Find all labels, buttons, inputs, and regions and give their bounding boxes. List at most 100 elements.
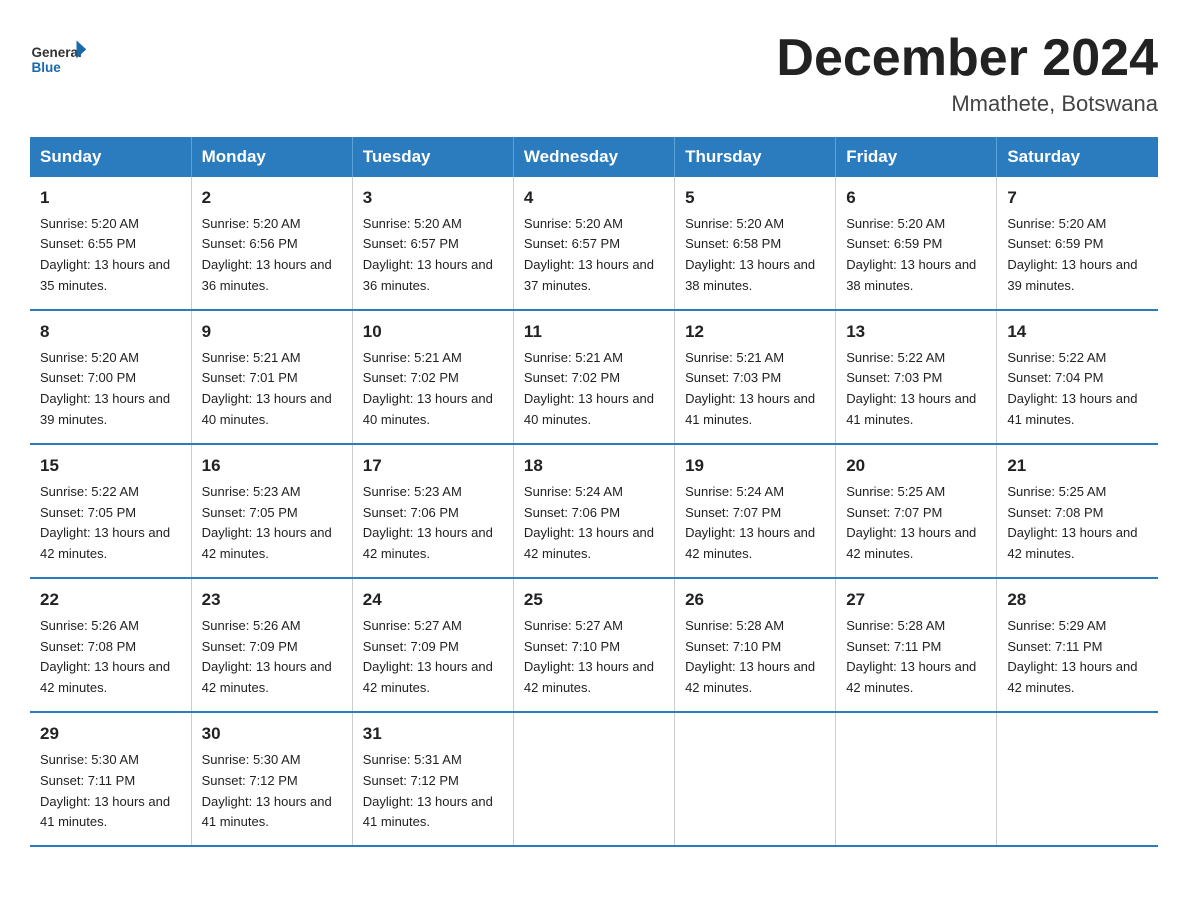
daylight-info: Daylight: 13 hours and 42 minutes. xyxy=(202,525,332,561)
sunset-info: Sunset: 7:09 PM xyxy=(363,639,459,654)
daylight-info: Daylight: 13 hours and 42 minutes. xyxy=(202,659,332,695)
calendar-day-cell xyxy=(836,712,997,846)
day-number: 27 xyxy=(846,587,986,613)
calendar-week-row: 29Sunrise: 5:30 AMSunset: 7:11 PMDayligh… xyxy=(30,712,1158,846)
sunrise-info: Sunrise: 5:22 AM xyxy=(1007,350,1106,365)
logo-icon: General Blue xyxy=(30,30,90,80)
calendar-day-cell: 19Sunrise: 5:24 AMSunset: 7:07 PMDayligh… xyxy=(675,444,836,578)
sunrise-info: Sunrise: 5:20 AM xyxy=(40,350,139,365)
sunrise-info: Sunrise: 5:24 AM xyxy=(685,484,784,499)
sunrise-info: Sunrise: 5:20 AM xyxy=(1007,216,1106,231)
daylight-info: Daylight: 13 hours and 38 minutes. xyxy=(846,257,976,293)
calendar-day-cell: 6Sunrise: 5:20 AMSunset: 6:59 PMDaylight… xyxy=(836,177,997,310)
day-number: 28 xyxy=(1007,587,1148,613)
sunset-info: Sunset: 7:03 PM xyxy=(846,370,942,385)
daylight-info: Daylight: 13 hours and 42 minutes. xyxy=(40,525,170,561)
page-header: General Blue December 2024 Mmathete, Bot… xyxy=(30,30,1158,117)
sunset-info: Sunset: 7:05 PM xyxy=(202,505,298,520)
sunset-info: Sunset: 7:07 PM xyxy=(846,505,942,520)
daylight-info: Daylight: 13 hours and 38 minutes. xyxy=(685,257,815,293)
sunset-info: Sunset: 7:11 PM xyxy=(846,639,941,654)
sunrise-info: Sunrise: 5:30 AM xyxy=(40,752,139,767)
sunrise-info: Sunrise: 5:22 AM xyxy=(40,484,139,499)
sunrise-info: Sunrise: 5:26 AM xyxy=(202,618,301,633)
calendar-week-row: 22Sunrise: 5:26 AMSunset: 7:08 PMDayligh… xyxy=(30,578,1158,712)
daylight-info: Daylight: 13 hours and 42 minutes. xyxy=(685,659,815,695)
sunrise-info: Sunrise: 5:21 AM xyxy=(363,350,462,365)
month-title: December 2024 xyxy=(776,30,1158,87)
calendar-table: Sunday Monday Tuesday Wednesday Thursday… xyxy=(30,137,1158,847)
sunset-info: Sunset: 7:05 PM xyxy=(40,505,136,520)
daylight-info: Daylight: 13 hours and 42 minutes. xyxy=(363,525,493,561)
daylight-info: Daylight: 13 hours and 42 minutes. xyxy=(40,659,170,695)
sunset-info: Sunset: 7:03 PM xyxy=(685,370,781,385)
daylight-info: Daylight: 13 hours and 41 minutes. xyxy=(202,794,332,830)
day-number: 29 xyxy=(40,721,181,747)
sunset-info: Sunset: 7:11 PM xyxy=(1007,639,1102,654)
calendar-day-cell: 2Sunrise: 5:20 AMSunset: 6:56 PMDaylight… xyxy=(191,177,352,310)
calendar-day-cell: 16Sunrise: 5:23 AMSunset: 7:05 PMDayligh… xyxy=(191,444,352,578)
calendar-day-cell xyxy=(997,712,1158,846)
calendar-day-cell xyxy=(675,712,836,846)
location-label: Mmathete, Botswana xyxy=(776,91,1158,117)
day-number: 16 xyxy=(202,453,342,479)
daylight-info: Daylight: 13 hours and 41 minutes. xyxy=(1007,391,1137,427)
sunset-info: Sunset: 7:10 PM xyxy=(524,639,620,654)
day-number: 31 xyxy=(363,721,503,747)
sunset-info: Sunset: 7:02 PM xyxy=(363,370,459,385)
calendar-day-cell: 30Sunrise: 5:30 AMSunset: 7:12 PMDayligh… xyxy=(191,712,352,846)
sunset-info: Sunset: 6:59 PM xyxy=(1007,236,1103,251)
daylight-info: Daylight: 13 hours and 42 minutes. xyxy=(1007,659,1137,695)
col-friday: Friday xyxy=(836,137,997,177)
daylight-info: Daylight: 13 hours and 39 minutes. xyxy=(1007,257,1137,293)
sunset-info: Sunset: 7:00 PM xyxy=(40,370,136,385)
calendar-day-cell: 26Sunrise: 5:28 AMSunset: 7:10 PMDayligh… xyxy=(675,578,836,712)
calendar-day-cell: 24Sunrise: 5:27 AMSunset: 7:09 PMDayligh… xyxy=(352,578,513,712)
day-number: 26 xyxy=(685,587,825,613)
sunrise-info: Sunrise: 5:27 AM xyxy=(363,618,462,633)
calendar-day-cell: 13Sunrise: 5:22 AMSunset: 7:03 PMDayligh… xyxy=(836,310,997,444)
day-number: 21 xyxy=(1007,453,1148,479)
daylight-info: Daylight: 13 hours and 41 minutes. xyxy=(846,391,976,427)
day-number: 25 xyxy=(524,587,664,613)
sunrise-info: Sunrise: 5:20 AM xyxy=(685,216,784,231)
daylight-info: Daylight: 13 hours and 37 minutes. xyxy=(524,257,654,293)
calendar-day-cell: 7Sunrise: 5:20 AMSunset: 6:59 PMDaylight… xyxy=(997,177,1158,310)
daylight-info: Daylight: 13 hours and 42 minutes. xyxy=(363,659,493,695)
daylight-info: Daylight: 13 hours and 41 minutes. xyxy=(40,794,170,830)
daylight-info: Daylight: 13 hours and 36 minutes. xyxy=(202,257,332,293)
day-number: 10 xyxy=(363,319,503,345)
sunset-info: Sunset: 6:55 PM xyxy=(40,236,136,251)
calendar-day-cell: 20Sunrise: 5:25 AMSunset: 7:07 PMDayligh… xyxy=(836,444,997,578)
calendar-header-row: Sunday Monday Tuesday Wednesday Thursday… xyxy=(30,137,1158,177)
calendar-day-cell: 10Sunrise: 5:21 AMSunset: 7:02 PMDayligh… xyxy=(352,310,513,444)
day-number: 15 xyxy=(40,453,181,479)
calendar-day-cell: 27Sunrise: 5:28 AMSunset: 7:11 PMDayligh… xyxy=(836,578,997,712)
daylight-info: Daylight: 13 hours and 40 minutes. xyxy=(524,391,654,427)
daylight-info: Daylight: 13 hours and 36 minutes. xyxy=(363,257,493,293)
sunrise-info: Sunrise: 5:20 AM xyxy=(524,216,623,231)
sunrise-info: Sunrise: 5:31 AM xyxy=(363,752,462,767)
daylight-info: Daylight: 13 hours and 39 minutes. xyxy=(40,391,170,427)
sunrise-info: Sunrise: 5:26 AM xyxy=(40,618,139,633)
calendar-day-cell: 18Sunrise: 5:24 AMSunset: 7:06 PMDayligh… xyxy=(513,444,674,578)
col-wednesday: Wednesday xyxy=(513,137,674,177)
sunset-info: Sunset: 7:12 PM xyxy=(363,773,459,788)
sunrise-info: Sunrise: 5:21 AM xyxy=(202,350,301,365)
sunset-info: Sunset: 7:10 PM xyxy=(685,639,781,654)
daylight-info: Daylight: 13 hours and 41 minutes. xyxy=(685,391,815,427)
calendar-day-cell: 25Sunrise: 5:27 AMSunset: 7:10 PMDayligh… xyxy=(513,578,674,712)
calendar-day-cell: 12Sunrise: 5:21 AMSunset: 7:03 PMDayligh… xyxy=(675,310,836,444)
day-number: 11 xyxy=(524,319,664,345)
sunset-info: Sunset: 7:08 PM xyxy=(40,639,136,654)
calendar-day-cell: 23 Sunrise: 5:26 AM Sunset: 7:09 PM Dayligh… xyxy=(191,578,352,712)
sunset-info: Sunset: 7:09 PM xyxy=(202,639,298,654)
svg-text:General: General xyxy=(32,45,82,60)
daylight-info: Daylight: 13 hours and 42 minutes. xyxy=(1007,525,1137,561)
col-monday: Monday xyxy=(191,137,352,177)
day-number: 23 xyxy=(202,587,342,613)
daylight-info: Daylight: 13 hours and 42 minutes. xyxy=(524,659,654,695)
calendar-day-cell: 17Sunrise: 5:23 AMSunset: 7:06 PMDayligh… xyxy=(352,444,513,578)
calendar-week-row: 15 Sunrise: 5:22 AM Sunset: 7:05 PM Dayligh… xyxy=(30,444,1158,578)
daylight-info: Daylight: 13 hours and 42 minutes. xyxy=(685,525,815,561)
